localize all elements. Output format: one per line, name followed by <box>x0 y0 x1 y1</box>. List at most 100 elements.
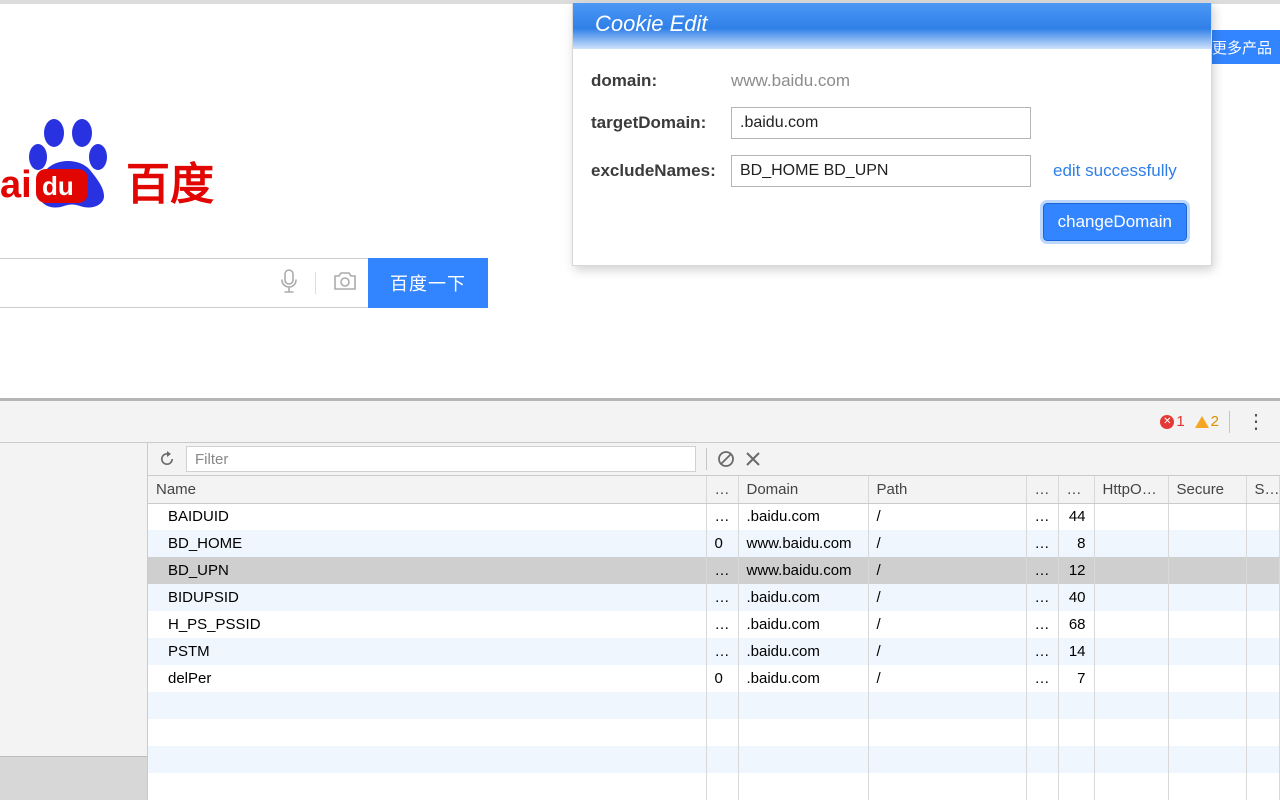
cell-size: 12 <box>1058 557 1094 584</box>
col-value[interactable]: … <box>706 476 738 503</box>
error-icon: ✕ <box>1160 415 1174 429</box>
devtools-panel: ✕ 1 2 ⋮ Filter <box>0 398 1280 800</box>
cell-value: … <box>706 503 738 530</box>
cell-secure <box>1168 611 1246 638</box>
cell-domain: .baidu.com <box>738 584 868 611</box>
table-row[interactable]: BAIDUID….baidu.com/…44 <box>148 503 1280 530</box>
col-secure[interactable]: Secure <box>1168 476 1246 503</box>
cell-size: 40 <box>1058 584 1094 611</box>
exclude-names-input[interactable] <box>731 155 1031 187</box>
cell-path: / <box>868 638 1026 665</box>
popup-title: Cookie Edit <box>573 3 1211 49</box>
cell-httponly <box>1094 665 1168 692</box>
cell-name: delPer <box>148 665 706 692</box>
domain-value: www.baidu.com <box>731 71 850 91</box>
table-row[interactable]: BD_HOME0www.baidu.com/…8 <box>148 530 1280 557</box>
reload-icon[interactable] <box>158 450 176 468</box>
camera-icon[interactable] <box>332 270 358 297</box>
target-domain-input[interactable] <box>731 107 1031 139</box>
cell-httponly <box>1094 584 1168 611</box>
cell-domain: www.baidu.com <box>738 530 868 557</box>
col-expires[interactable]: … <box>1026 476 1058 503</box>
warning-icon <box>1195 416 1209 428</box>
cell-name: H_PS_PSSID <box>148 611 706 638</box>
baidu-logo: ai du 百度 <box>0 115 230 218</box>
cell-secure <box>1168 503 1246 530</box>
cell-samesite <box>1246 503 1280 530</box>
cell-size: 7 <box>1058 665 1094 692</box>
cell-path: / <box>868 557 1026 584</box>
cell-name: PSTM <box>148 638 706 665</box>
table-row-empty <box>148 692 1280 719</box>
more-products-button[interactable]: 更多产品 <box>1204 30 1280 64</box>
cell-name: BAIDUID <box>148 503 706 530</box>
cell-secure <box>1168 530 1246 557</box>
cell-name: BD_HOME <box>148 530 706 557</box>
cell-size: 8 <box>1058 530 1094 557</box>
col-size[interactable]: … <box>1058 476 1094 503</box>
cell-expires: … <box>1026 665 1058 692</box>
filter-input[interactable]: Filter <box>186 446 696 472</box>
cell-path: / <box>868 530 1026 557</box>
microphone-icon[interactable] <box>279 268 299 299</box>
cell-value: … <box>706 611 738 638</box>
cell-samesite <box>1246 584 1280 611</box>
search-input[interactable] <box>0 258 368 308</box>
cell-value: … <box>706 557 738 584</box>
cell-httponly <box>1094 611 1168 638</box>
cell-domain: .baidu.com <box>738 665 868 692</box>
sidebar-selected-item[interactable] <box>0 756 147 800</box>
cell-httponly <box>1094 530 1168 557</box>
col-httponly[interactable]: HttpOnly <box>1094 476 1168 503</box>
cell-domain: .baidu.com <box>738 503 868 530</box>
svg-text:百度: 百度 <box>126 160 214 209</box>
cookies-table[interactable]: Name … Domain Path … … HttpOnly Secure S… <box>148 476 1280 800</box>
error-number: 1 <box>1176 413 1184 430</box>
cell-domain: .baidu.com <box>738 611 868 638</box>
table-row[interactable]: BIDUPSID….baidu.com/…40 <box>148 584 1280 611</box>
cell-domain: .baidu.com <box>738 638 868 665</box>
divider <box>706 448 707 470</box>
col-name[interactable]: Name <box>148 476 706 503</box>
clear-icon[interactable] <box>717 450 735 468</box>
table-row[interactable]: delPer0.baidu.com/…7 <box>148 665 1280 692</box>
table-row-empty <box>148 773 1280 800</box>
close-icon[interactable] <box>745 451 761 467</box>
target-domain-label: targetDomain: <box>591 113 731 133</box>
cell-expires: … <box>1026 503 1058 530</box>
cell-expires: … <box>1026 530 1058 557</box>
table-row[interactable]: BD_UPN…www.baidu.com/…12 <box>148 557 1280 584</box>
cell-path: / <box>868 611 1026 638</box>
cell-secure <box>1168 638 1246 665</box>
cell-secure <box>1168 665 1246 692</box>
cell-name: BD_UPN <box>148 557 706 584</box>
table-header-row[interactable]: Name … Domain Path … … HttpOnly Secure S… <box>148 476 1280 503</box>
cell-secure <box>1168 557 1246 584</box>
cell-domain: www.baidu.com <box>738 557 868 584</box>
search-bar: 百度一下 <box>0 258 488 308</box>
more-menu-icon[interactable]: ⋮ <box>1240 409 1272 434</box>
table-row-empty <box>148 746 1280 773</box>
cell-expires: … <box>1026 557 1058 584</box>
col-domain[interactable]: Domain <box>738 476 868 503</box>
change-domain-button[interactable]: changeDomain <box>1043 203 1187 241</box>
col-path[interactable]: Path <box>868 476 1026 503</box>
search-button[interactable]: 百度一下 <box>368 258 488 308</box>
warning-number: 2 <box>1211 413 1219 430</box>
table-row[interactable]: H_PS_PSSID….baidu.com/…68 <box>148 611 1280 638</box>
svg-text:du: du <box>42 171 74 201</box>
cell-secure <box>1168 584 1246 611</box>
warning-count[interactable]: 2 <box>1195 413 1219 430</box>
divider <box>1229 411 1230 433</box>
devtools-sidebar[interactable] <box>0 443 148 800</box>
col-samesite[interactable]: Sam <box>1246 476 1280 503</box>
cell-value: 0 <box>706 665 738 692</box>
table-row[interactable]: PSTM….baidu.com/…14 <box>148 638 1280 665</box>
cell-samesite <box>1246 530 1280 557</box>
status-message: edit successfully <box>1053 161 1177 181</box>
cell-httponly <box>1094 557 1168 584</box>
cell-size: 68 <box>1058 611 1094 638</box>
cell-samesite <box>1246 638 1280 665</box>
svg-text:ai: ai <box>0 164 32 206</box>
error-count[interactable]: ✕ 1 <box>1160 413 1184 430</box>
